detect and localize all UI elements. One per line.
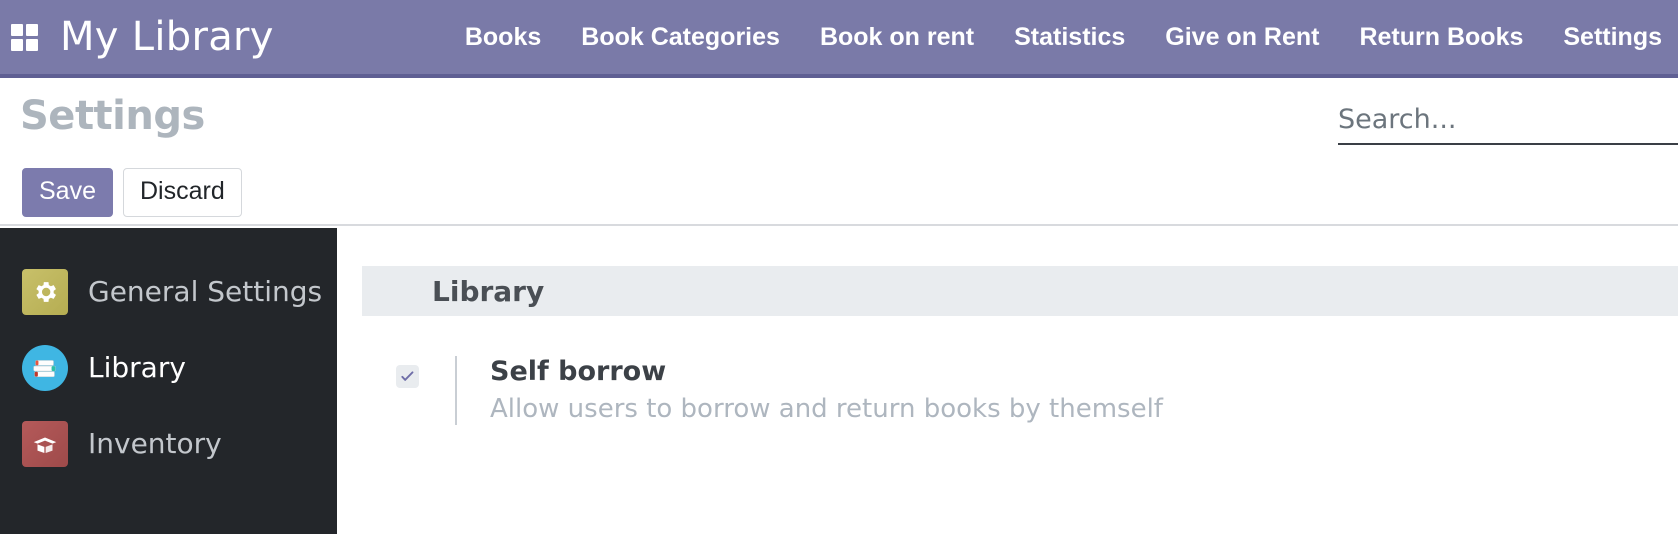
brand-title[interactable]: My Library [60, 17, 274, 57]
search-box[interactable] [1338, 104, 1678, 145]
control-panel: Settings Save Discard [0, 82, 1678, 226]
section-title: Library [432, 274, 545, 308]
apps-grid-icon[interactable] [10, 23, 38, 51]
apps-grid-square [10, 38, 23, 51]
setting-body: Self borrow Allow users to borrow and re… [455, 356, 1163, 425]
nav-item-give-on-rent[interactable]: Give on Rent [1145, 0, 1339, 74]
setting-row-self-borrow: Self borrow Allow users to borrow and re… [337, 356, 1163, 425]
sidebar-item-inventory[interactable]: Inventory [0, 406, 337, 482]
gear-icon [22, 269, 68, 315]
apps-grid-square [25, 23, 38, 36]
nav-item-book-on-rent[interactable]: Book on rent [800, 0, 994, 74]
nav-item-books[interactable]: Books [445, 0, 561, 74]
apps-grid-square [25, 38, 38, 51]
top-navbar: My Library Books Book Categories Book on… [0, 0, 1678, 78]
check-icon [401, 371, 414, 381]
self-borrow-checkbox[interactable] [396, 365, 419, 388]
books-stack-icon [22, 345, 68, 391]
save-button[interactable]: Save [22, 168, 113, 217]
sidebar-item-library[interactable]: Library [0, 330, 337, 406]
settings-section-header: Library [362, 266, 1678, 316]
action-buttons: Save Discard [22, 168, 242, 217]
settings-content: Library Self borrow Allow users to borro… [337, 228, 1678, 534]
nav-item-book-categories[interactable]: Book Categories [561, 0, 800, 74]
sidebar-item-label: General Settings [88, 275, 323, 308]
discard-button[interactable]: Discard [122, 168, 242, 217]
nav-item-statistics[interactable]: Statistics [994, 0, 1145, 74]
sidebar-item-general-settings[interactable]: General Settings [0, 254, 337, 330]
nav-item-return-books[interactable]: Return Books [1339, 0, 1543, 74]
sidebar-item-label: Inventory [88, 427, 222, 460]
apps-grid-square [10, 23, 23, 36]
search-input[interactable] [1338, 104, 1678, 135]
nav-item-settings[interactable]: Settings [1543, 0, 1678, 74]
nav-links: Books Book Categories Book on rent Stati… [445, 0, 1678, 74]
open-box-icon [22, 421, 68, 467]
sidebar-item-label: Library [88, 351, 186, 384]
setting-title: Self borrow [490, 356, 667, 387]
settings-sidebar: General Settings Library Inventory [0, 228, 337, 534]
setting-description: Allow users to borrow and return books b… [490, 394, 1163, 425]
page-title: Settings [20, 93, 205, 139]
